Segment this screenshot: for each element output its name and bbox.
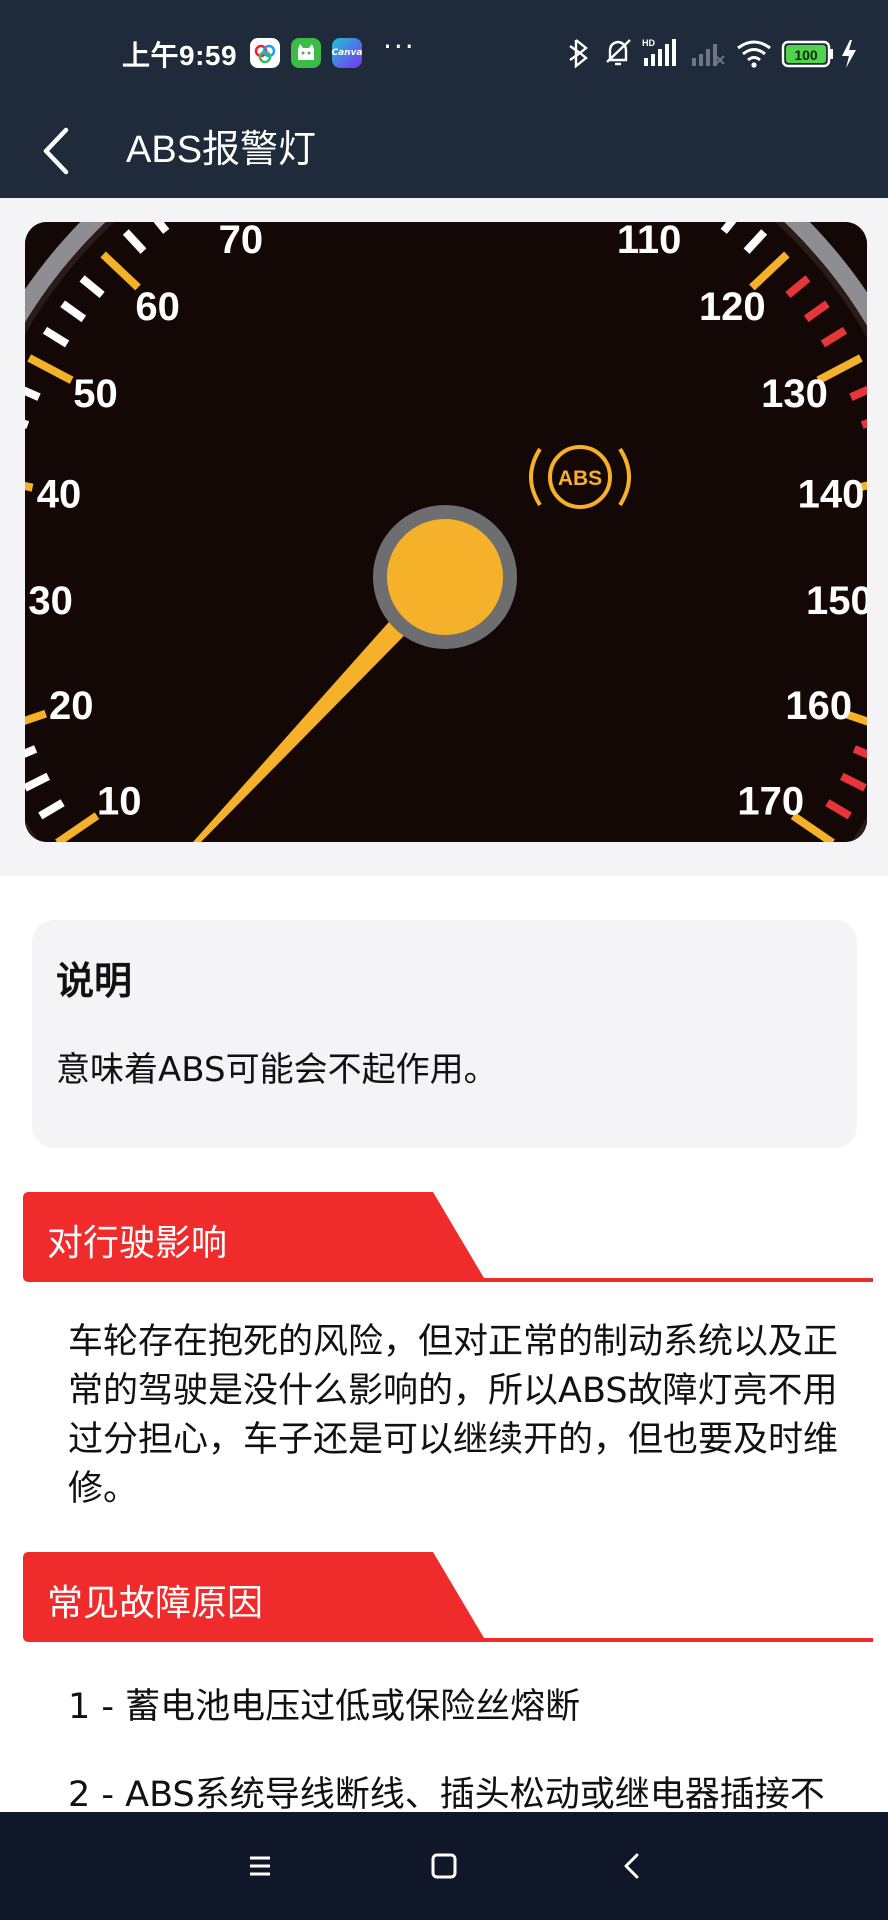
speed-label: 70 xyxy=(219,222,264,262)
explanation-body: 意味着ABS可能会不起作用。 xyxy=(56,1050,498,1090)
abs-warning-label: ABS xyxy=(558,467,602,490)
page: 上午9:59 Canva ··· HD 100 ABS报警灯 10 20 30 … xyxy=(0,0,888,1920)
signal-hd-icon: HD xyxy=(642,38,676,66)
cause-item-2: 2 - ABS系统导线断线、插头松动或继电器插接不 xyxy=(68,1775,825,1815)
cat-app-icon xyxy=(291,38,321,68)
chevron-left-icon xyxy=(43,127,69,175)
battery-icon: 100 xyxy=(781,40,833,68)
needle-hub xyxy=(387,519,503,635)
causes-title: 常见故障原因 xyxy=(47,1583,264,1624)
speed-label: 10 xyxy=(97,779,142,823)
home-button[interactable] xyxy=(424,1846,464,1886)
speed-label: 170 xyxy=(737,779,804,823)
speedometer-gauge: 0102030405060708090100110120130140150160… xyxy=(25,222,867,842)
page-title: ABS报警灯 xyxy=(126,129,317,171)
overflow-dots: ··· xyxy=(383,30,416,63)
nav-back-button[interactable] xyxy=(612,1846,652,1886)
explanation-card: 说明 意味着ABS可能会不起作用。 xyxy=(32,920,857,1148)
impact-title: 对行驶影响 xyxy=(47,1223,228,1264)
impact-section-header: 对行驶影响 xyxy=(23,1192,873,1284)
speed-label: 150 xyxy=(806,579,867,623)
speed-label: 40 xyxy=(37,472,82,516)
svg-text:HD: HD xyxy=(642,38,655,48)
system-nav-bar xyxy=(0,1812,888,1920)
back-button[interactable] xyxy=(36,114,80,184)
charging-icon xyxy=(842,40,856,68)
speed-label: 130 xyxy=(761,372,828,416)
speedometer-image: 0102030405060708090100110120130140150160… xyxy=(25,222,867,842)
speed-label: 140 xyxy=(798,472,865,516)
hero-section: 0102030405060708090100110120130140150160… xyxy=(0,198,888,876)
speed-label: 60 xyxy=(135,285,180,329)
menu-icon xyxy=(250,1856,270,1876)
speed-label: 50 xyxy=(73,372,118,416)
wifi-icon xyxy=(737,40,771,68)
signal-empty-icon xyxy=(692,44,725,66)
speed-label: 120 xyxy=(699,285,766,329)
speed-label: 160 xyxy=(785,684,852,728)
causes-section-header: 常见故障原因 xyxy=(23,1552,873,1644)
speed-label: 20 xyxy=(49,684,94,728)
home-square-icon xyxy=(431,1853,457,1879)
menu-button[interactable] xyxy=(240,1846,280,1886)
status-time: 上午9:59 xyxy=(122,40,238,71)
battery-level: 100 xyxy=(794,47,818,63)
impact-body: 车轮存在抱死的风险，但对正常的制动系统以及正常的驾驶是没什么影响的，所以ABS故… xyxy=(68,1322,839,1509)
speed-label: 110 xyxy=(617,222,682,262)
bluetooth-icon xyxy=(569,39,588,69)
speed-label: 30 xyxy=(28,579,73,623)
back-triangle-icon xyxy=(624,1853,639,1879)
explanation-title: 说明 xyxy=(56,959,133,1003)
top-app-bar: ABS报警灯 xyxy=(0,104,888,198)
mute-bell-icon xyxy=(606,39,631,66)
canva-icon: Canva xyxy=(331,38,363,68)
status-bar: 上午9:59 Canva ··· HD 100 xyxy=(0,0,888,104)
cause-item-1: 1 - 蓄电池电压过低或保险丝熔断 xyxy=(68,1687,581,1727)
baidu-netdisk-icon xyxy=(250,38,280,68)
canva-label: Canva xyxy=(331,48,363,58)
